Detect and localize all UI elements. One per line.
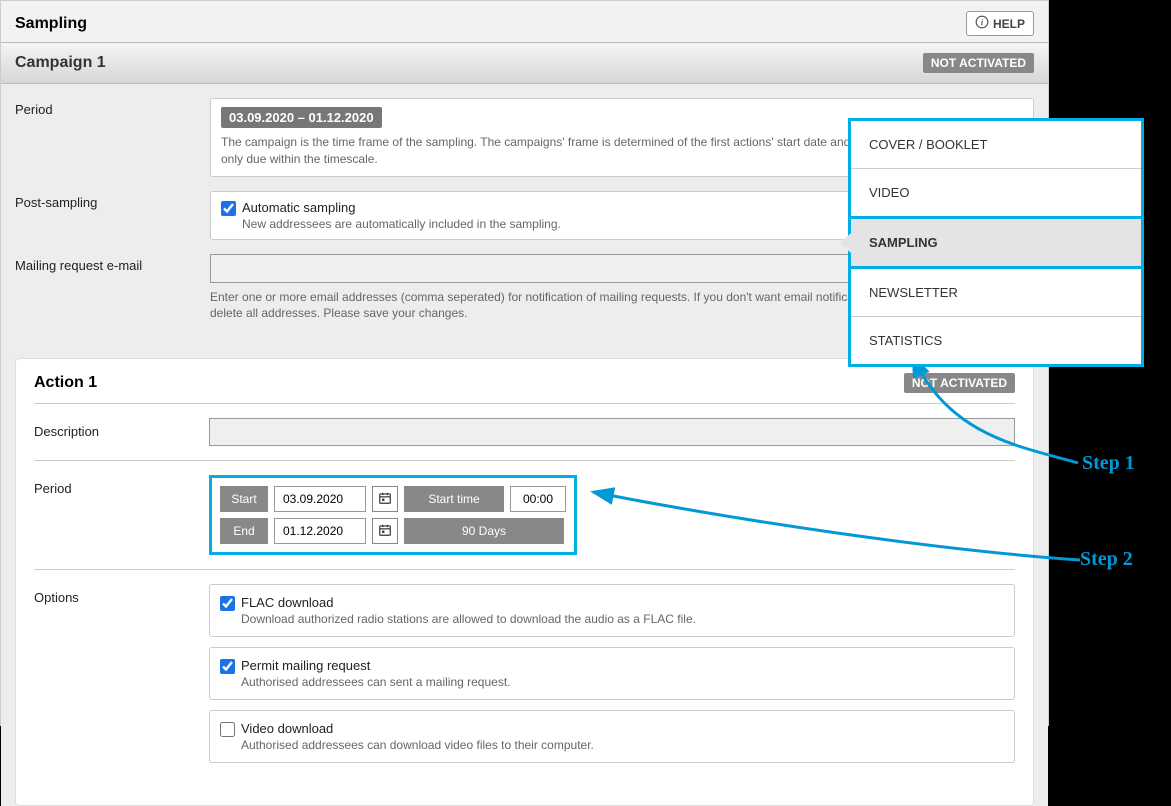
option-permit-mailing: Permit mailing request Authorised addres… — [209, 647, 1015, 700]
option-video-download: Video download Authorised addressees can… — [209, 710, 1015, 763]
end-calendar-button[interactable] — [372, 518, 398, 544]
row-options: Options FLAC download Download authorize… — [34, 584, 1015, 773]
description-input[interactable] — [209, 418, 1015, 446]
start-calendar-button[interactable] — [372, 486, 398, 512]
auto-sampling-checkbox[interactable] — [221, 201, 236, 216]
campaign-date-range: 03.09.2020 – 01.12.2020 — [221, 107, 382, 128]
step2-arrow — [585, 480, 1085, 570]
days-duration-badge: 90 Days — [404, 518, 564, 544]
video-label: Video download — [241, 721, 594, 736]
action-period-label: Period — [34, 475, 209, 555]
video-desc: Authorised addressees can download video… — [241, 738, 594, 752]
flac-label: FLAC download — [241, 595, 696, 610]
post-sampling-label: Post-sampling — [15, 191, 210, 240]
svg-text:i: i — [981, 18, 984, 27]
auto-sampling-label: Automatic sampling — [242, 200, 561, 215]
side-nav-menu: COVER / BOOKLET VIDEO SAMPLING NEWSLETTE… — [848, 118, 1144, 367]
info-icon: i — [975, 15, 989, 32]
action-title: Action 1 — [34, 374, 97, 392]
permit-mailing-checkbox[interactable] — [220, 659, 235, 674]
help-button[interactable]: i HELP — [966, 11, 1034, 36]
end-label: End — [220, 518, 268, 544]
options-label: Options — [34, 584, 209, 773]
start-time-label: Start time — [404, 486, 504, 512]
permit-desc: Authorised addressees can sent a mailing… — [241, 675, 511, 689]
option-flac: FLAC download Download authorized radio … — [209, 584, 1015, 637]
start-label: Start — [220, 486, 268, 512]
campaign-header: Campaign 1 NOT ACTIVATED — [1, 42, 1048, 84]
step1-label: Step 1 — [1082, 452, 1135, 475]
mailing-label: Mailing request e-mail — [15, 254, 210, 323]
action-panel: Action 1 NOT ACTIVATED Description Perio… — [15, 358, 1034, 806]
nav-item-newsletter[interactable]: NEWSLETTER — [851, 269, 1141, 317]
description-label: Description — [34, 418, 209, 446]
auto-sampling-desc: New addressees are automatically include… — [242, 217, 561, 231]
separator — [34, 403, 1015, 404]
action-header: Action 1 NOT ACTIVATED — [34, 373, 1015, 403]
start-date-input[interactable] — [274, 486, 366, 512]
separator — [34, 460, 1015, 461]
calendar-icon — [378, 523, 392, 540]
page-title: Sampling — [15, 15, 87, 33]
row-description: Description — [34, 418, 1015, 446]
step2-label: Step 2 — [1080, 548, 1133, 571]
calendar-icon — [378, 491, 392, 508]
panel-header: Sampling i HELP — [1, 1, 1048, 42]
campaign-title: Campaign 1 — [15, 54, 106, 72]
permit-label: Permit mailing request — [241, 658, 511, 673]
start-time-input[interactable] — [510, 486, 566, 512]
period-label: Period — [15, 98, 210, 177]
nav-item-statistics[interactable]: STATISTICS — [851, 317, 1141, 364]
help-label: HELP — [993, 17, 1025, 31]
flac-desc: Download authorized radio stations are a… — [241, 612, 696, 626]
nav-item-video[interactable]: VIDEO — [851, 169, 1141, 217]
campaign-status-badge: NOT ACTIVATED — [923, 53, 1034, 73]
nav-item-cover-booklet[interactable]: COVER / BOOKLET — [851, 121, 1141, 169]
video-download-checkbox[interactable] — [220, 722, 235, 737]
end-date-input[interactable] — [274, 518, 366, 544]
nav-item-sampling[interactable]: SAMPLING — [851, 216, 1141, 269]
flac-download-checkbox[interactable] — [220, 596, 235, 611]
period-highlight-box: Start Start time End — [209, 475, 577, 555]
